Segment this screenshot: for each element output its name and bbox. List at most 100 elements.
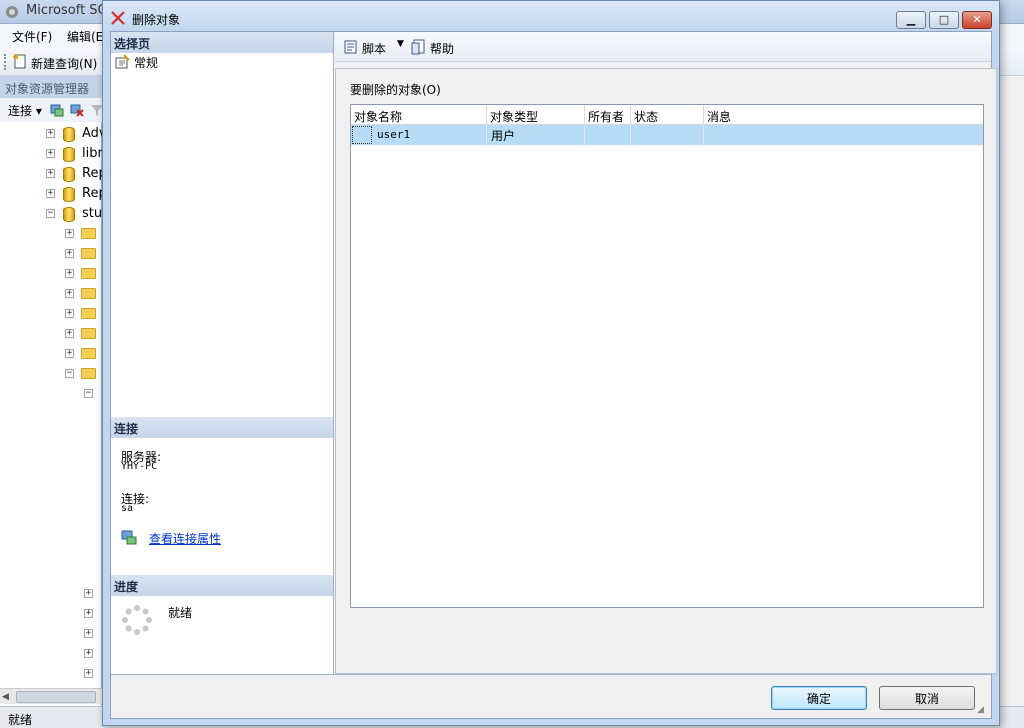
- horizontal-scrollbar[interactable]: ◀: [0, 688, 102, 704]
- minimize-button[interactable]: ▁: [896, 11, 926, 29]
- cell-status[interactable]: [631, 125, 704, 145]
- folder-icon: [81, 348, 96, 359]
- expand-icon[interactable]: +: [46, 169, 55, 178]
- close-icon: ✕: [972, 13, 982, 26]
- tree-node-database[interactable]: + Rep: [0, 164, 107, 184]
- tree-node-folder[interactable]: −: [0, 384, 100, 404]
- tree-node-database[interactable]: − stu: [0, 204, 102, 224]
- column-header-message[interactable]: 消息: [704, 105, 983, 125]
- table-row[interactable]: user1 用户: [351, 125, 983, 145]
- folder-icon: [81, 328, 96, 339]
- tree-node-database[interactable]: + Rep: [0, 184, 107, 204]
- tree-node[interactable]: +: [0, 644, 100, 664]
- cell-message[interactable]: [704, 125, 983, 145]
- column-header-owner[interactable]: 所有者: [585, 105, 631, 125]
- expand-icon[interactable]: +: [65, 329, 74, 338]
- expand-icon[interactable]: +: [46, 149, 55, 158]
- tree-node-label: libr: [82, 146, 103, 161]
- database-icon: [63, 207, 75, 222]
- expand-icon[interactable]: +: [84, 629, 93, 638]
- tree-node[interactable]: +: [0, 604, 100, 624]
- cancel-button[interactable]: 取消: [879, 686, 975, 710]
- tree-node-folder[interactable]: −: [0, 364, 100, 384]
- tree-node[interactable]: +: [0, 624, 100, 644]
- server-value: YHY-PC: [121, 461, 158, 472]
- chevron-down-icon[interactable]: ▼: [397, 39, 404, 49]
- cell-object-type[interactable]: 用户: [487, 125, 585, 145]
- status-text: 就绪: [8, 713, 33, 727]
- script-label: 脚本: [362, 42, 387, 56]
- maximize-button[interactable]: □: [929, 11, 959, 29]
- menu-file[interactable]: 文件(F): [12, 28, 52, 45]
- tree-node-folder[interactable]: +: [0, 284, 100, 304]
- connection-value: sa: [121, 503, 134, 514]
- minimize-icon: ▁: [906, 13, 916, 26]
- page-item-label: 常规: [134, 56, 159, 70]
- view-connection-properties[interactable]: 查看连接属性: [121, 529, 321, 547]
- cell-object-name[interactable]: user1: [373, 125, 487, 145]
- progress-status-text: 就绪: [168, 606, 193, 620]
- grid-header: 对象名称 对象类型 所有者 状态 消息: [351, 105, 983, 125]
- tree-node-folder[interactable]: +: [0, 264, 100, 284]
- expand-icon[interactable]: +: [84, 669, 93, 678]
- tree-node-folder[interactable]: +: [0, 324, 100, 344]
- expand-icon[interactable]: +: [65, 249, 74, 258]
- expand-icon[interactable]: +: [84, 649, 93, 658]
- connection-header: 连接: [111, 417, 333, 438]
- cell-owner[interactable]: [585, 125, 631, 145]
- page-item-general[interactable]: 常规: [114, 53, 332, 71]
- progress-spinner-icon: [122, 605, 152, 635]
- object-explorer-title: 对象资源管理器: [5, 82, 90, 96]
- delete-object-dialog: 删除对象 ▁ □ ✕ 选择页 常规 连接 服务器: YHY-PC 连接: sa …: [102, 0, 1000, 726]
- script-button[interactable]: 脚本 ▼: [341, 37, 406, 57]
- sql-server-app-icon: [6, 6, 18, 18]
- collapse-icon[interactable]: −: [46, 209, 55, 218]
- connect-server-icon[interactable]: [49, 102, 65, 118]
- scrollbar-thumb[interactable]: [16, 691, 96, 703]
- tree-node-folder[interactable]: +: [0, 304, 100, 324]
- tree-node-database[interactable]: + Adv: [0, 124, 107, 144]
- tree-node-folder[interactable]: +: [0, 244, 100, 264]
- tree-node-folder[interactable]: +: [0, 224, 100, 244]
- resize-grip-icon[interactable]: ◢: [977, 704, 989, 716]
- folder-icon: [81, 228, 96, 239]
- dialog-toolbar: 脚本 ▼ 帮助: [335, 32, 991, 62]
- tree-node-folder[interactable]: +: [0, 344, 100, 364]
- toolbar-grip[interactable]: [4, 54, 6, 70]
- column-header-object-name[interactable]: 对象名称: [351, 105, 487, 125]
- scroll-left-icon[interactable]: ◀: [2, 691, 14, 703]
- folder-icon: [81, 268, 96, 279]
- expand-icon[interactable]: +: [65, 229, 74, 238]
- collapse-icon[interactable]: −: [84, 389, 93, 398]
- expand-icon[interactable]: +: [65, 269, 74, 278]
- menu-edit[interactable]: 编辑(E: [67, 28, 103, 45]
- dialog-client-area: 选择页 常规 连接 服务器: YHY-PC 连接: sa 查看连接属性 进度 就: [110, 31, 997, 719]
- expand-icon[interactable]: +: [46, 129, 55, 138]
- row-selector[interactable]: [352, 126, 372, 144]
- tree-node[interactable]: +: [0, 584, 100, 604]
- progress-header: 进度: [111, 575, 333, 596]
- expand-icon[interactable]: +: [65, 289, 74, 298]
- expand-icon[interactable]: +: [84, 589, 93, 598]
- collapse-icon[interactable]: −: [65, 369, 74, 378]
- delete-x-icon: [111, 11, 125, 25]
- ok-button[interactable]: 确定: [771, 686, 867, 710]
- expand-icon[interactable]: +: [65, 309, 74, 318]
- connect-dropdown[interactable]: 连接 ▾: [8, 102, 42, 119]
- column-header-status[interactable]: 状态: [631, 105, 704, 125]
- column-header-object-type[interactable]: 对象类型: [487, 105, 585, 125]
- help-button[interactable]: 帮助: [411, 37, 461, 57]
- disconnect-server-icon[interactable]: [69, 102, 85, 118]
- new-query-button[interactable]: 新建查询(N): [31, 55, 97, 72]
- view-connection-properties-link[interactable]: 查看连接属性: [149, 530, 221, 547]
- expand-icon[interactable]: +: [84, 609, 93, 618]
- expand-icon[interactable]: +: [65, 349, 74, 358]
- objects-grid[interactable]: 对象名称 对象类型 所有者 状态 消息 user1 用户: [350, 104, 984, 608]
- tree-node[interactable]: +: [0, 664, 100, 684]
- tree-node-database[interactable]: + libr: [0, 144, 103, 164]
- close-button[interactable]: ✕: [962, 11, 992, 29]
- new-query-icon[interactable]: [12, 53, 28, 69]
- dialog-titlebar[interactable]: 删除对象 ▁ □ ✕: [103, 1, 999, 31]
- select-page-header: 选择页: [111, 32, 333, 53]
- expand-icon[interactable]: +: [46, 189, 55, 198]
